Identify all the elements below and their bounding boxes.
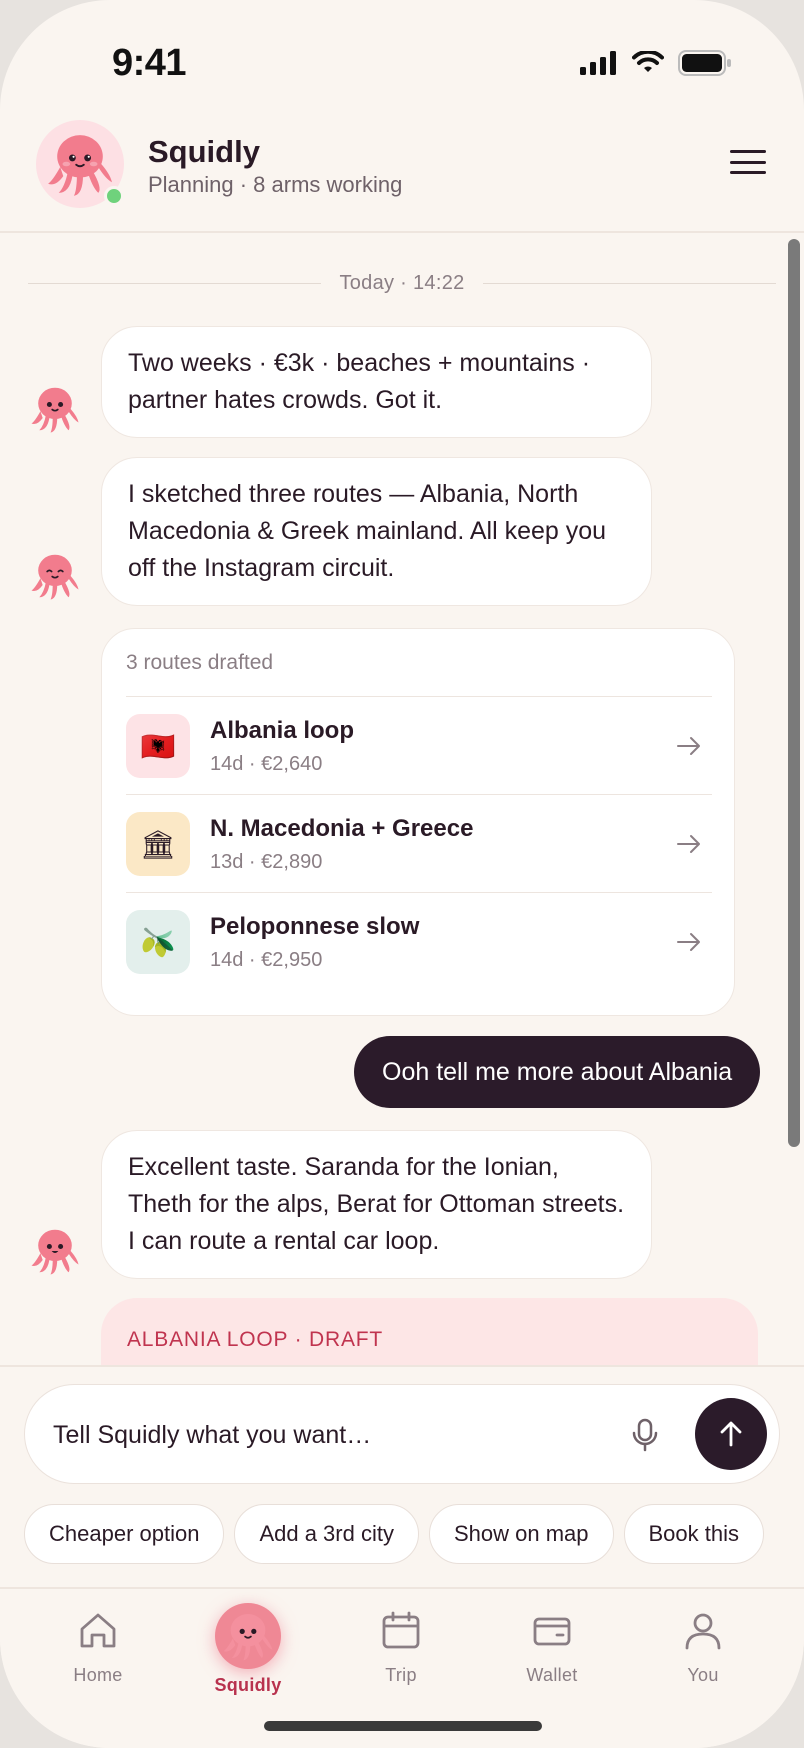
tab-label: Squidly	[214, 1675, 282, 1695]
quick-reply-chips: Cheaper option Add a 3rd city Show on map B…	[24, 1504, 780, 1568]
route-name: N. Macedonia + Greece	[210, 815, 474, 842]
route-meta: 13d · €2,890	[210, 851, 323, 873]
arrow-right-icon	[677, 835, 700, 853]
route-meta: 14d · €2,640	[210, 753, 323, 775]
status-time: 9:41	[112, 42, 187, 84]
arrow-up-icon	[720, 1421, 742, 1447]
wallet-icon	[530, 1609, 574, 1653]
date-divider-label: Today · 14:22	[339, 271, 465, 294]
draft-card[interactable]: ALBANIA LOOP · DRAFT	[101, 1298, 758, 1365]
tab-label: Home	[73, 1665, 123, 1685]
message-input[interactable]	[53, 1413, 573, 1457]
octopus-icon	[31, 554, 79, 600]
tab-label: Wallet	[526, 1665, 578, 1685]
route-item-macedonia-greece[interactable]: 🏛 N. Macedonia + Greece 13d · €2,890	[126, 794, 712, 892]
chat-thread[interactable]: Today · 14:22 Two weeks · €3k · beaches …	[0, 235, 804, 1365]
mic-button[interactable]	[625, 1415, 665, 1455]
header-subtitle: Planning · 8 arms working	[148, 172, 403, 197]
tab-trip[interactable]: Trip	[341, 1609, 461, 1686]
composer-area: Cheaper optionAdd a 3rd cityShow on mapB…	[0, 1365, 804, 1587]
home-indicator[interactable]	[264, 1721, 542, 1731]
microphone-icon	[632, 1418, 658, 1452]
routes-card: 3 routes drafted 🇦🇱 Albania loop 14d · €…	[101, 628, 735, 1016]
header-title: Squidly	[148, 134, 260, 169]
route-meta: 14d · €2,950	[210, 949, 323, 971]
signal-icon	[580, 51, 616, 75]
phone-screen: 9:41 Squidly Planning · 8 arms working T…	[0, 0, 804, 1748]
squid-avatar-icon	[215, 1603, 281, 1669]
octopus-icon	[31, 387, 79, 433]
octopus-icon	[31, 1229, 79, 1275]
chip-show-on-map[interactable]: Show on map	[428, 1504, 614, 1564]
chip-book-this[interactable]: Book this	[623, 1504, 764, 1564]
send-button[interactable]	[695, 1398, 767, 1470]
chip-add-city[interactable]: Add a 3rd city	[234, 1504, 419, 1564]
tab-wallet[interactable]: Wallet	[492, 1609, 612, 1686]
bot-message: I sketched three routes — Albania, North…	[101, 457, 652, 606]
albania-flag-icon: 🇦🇱	[126, 714, 190, 778]
tab-you[interactable]: You	[643, 1609, 763, 1686]
date-divider: Today · 14:22	[28, 271, 776, 295]
arrow-right-icon	[677, 737, 700, 755]
status-icons	[580, 50, 732, 76]
tab-label: Trip	[385, 1665, 417, 1685]
menu-button[interactable]	[728, 146, 768, 178]
tab-label: You	[687, 1665, 719, 1685]
chat-header: Squidly Planning · 8 arms working	[0, 110, 804, 233]
route-item-albania[interactable]: 🇦🇱 Albania loop 14d · €2,640	[126, 696, 712, 794]
wifi-icon	[632, 51, 664, 72]
draft-card-label: ALBANIA LOOP · DRAFT	[127, 1328, 384, 1351]
routes-card-heading: 3 routes drafted	[126, 651, 274, 674]
person-icon	[681, 1609, 725, 1653]
scrollbar[interactable]	[788, 239, 800, 1147]
chip-cheaper-option[interactable]: Cheaper option	[24, 1504, 225, 1564]
home-icon	[76, 1609, 120, 1653]
classical-building-icon: 🏛	[126, 812, 190, 876]
battery-icon	[678, 50, 731, 76]
olive-icon: 🫒	[126, 910, 190, 974]
tab-squidly[interactable]: Squidly	[188, 1603, 308, 1696]
route-name: Albania loop	[210, 717, 354, 744]
composer	[24, 1384, 780, 1484]
user-message: Ooh tell me more about Albania	[354, 1036, 761, 1108]
arrow-right-icon	[677, 933, 700, 951]
online-status-dot	[104, 186, 124, 206]
tab-home[interactable]: Home	[38, 1609, 158, 1686]
calendar-icon	[379, 1609, 423, 1653]
bot-message: Excellent taste. Saranda for the Ionian,…	[101, 1130, 652, 1279]
hamburger-icon	[730, 150, 766, 153]
bot-message: Two weeks · €3k · beaches + mountains · …	[101, 326, 652, 438]
route-name: Peloponnese slow	[210, 913, 420, 940]
status-bar: 9:41	[0, 0, 804, 110]
route-item-peloponnese[interactable]: 🫒 Peloponnese slow 14d · €2,950	[126, 892, 712, 990]
